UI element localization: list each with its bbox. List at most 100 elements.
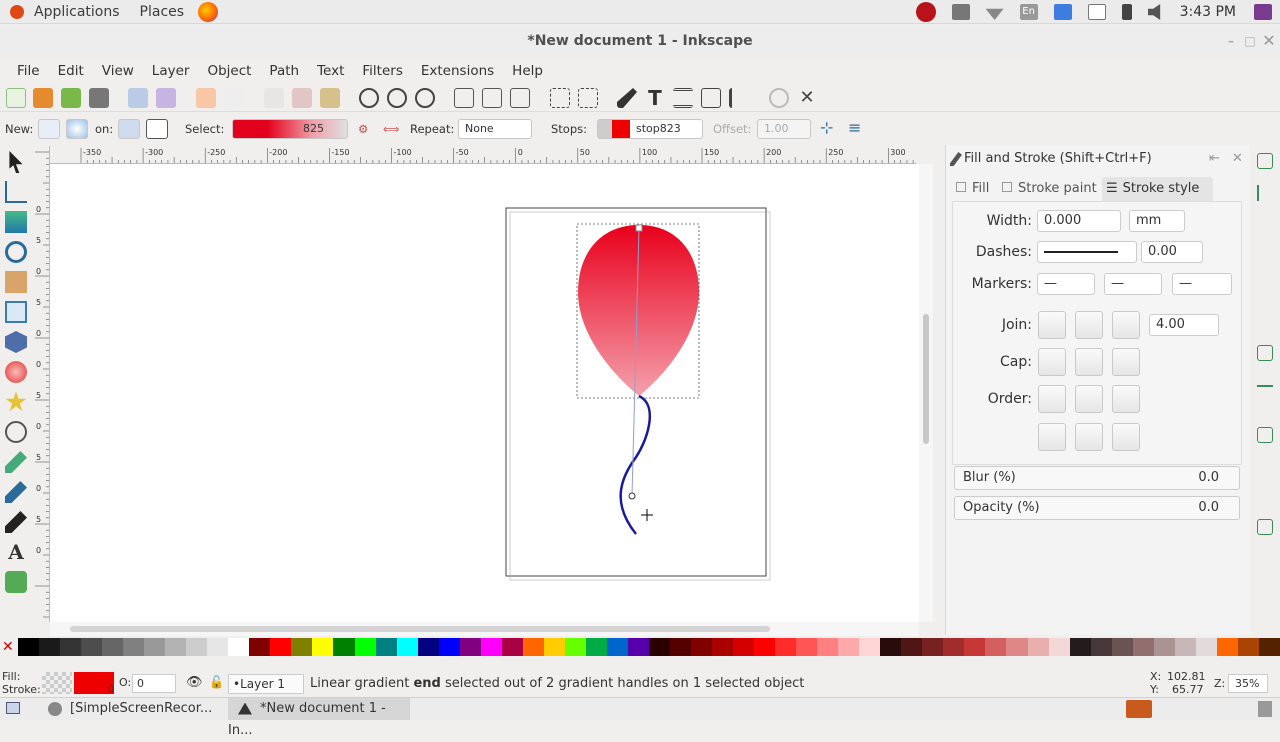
text-tool-icon[interactable]: A: [5, 541, 27, 563]
menu-layer[interactable]: Layer: [152, 63, 190, 79]
palette-swatch[interactable]: [1069, 638, 1091, 656]
firefox-icon[interactable]: [198, 1, 219, 22]
zoom-tool-icon[interactable]: [5, 241, 27, 263]
miter-limit-spinbox[interactable]: 4.00: [1149, 314, 1219, 336]
import-icon[interactable]: [128, 88, 148, 108]
palette-swatch[interactable]: [880, 638, 902, 656]
palette-swatch[interactable]: [796, 638, 818, 656]
canvas-drawing[interactable]: [50, 164, 919, 622]
snap-bbox-icon[interactable]: [1257, 185, 1273, 201]
gradient-start-handle[interactable]: [635, 224, 643, 232]
snap-smooth-icon[interactable]: [1257, 427, 1273, 443]
palette-swatch[interactable]: [144, 638, 166, 656]
duplicate-icon[interactable]: [454, 88, 474, 108]
export-icon[interactable]: [156, 88, 176, 108]
palette-swatch[interactable]: [943, 638, 965, 656]
palette-swatch[interactable]: [522, 638, 544, 656]
wifi-icon[interactable]: [985, 8, 1004, 20]
round-join-button[interactable]: [1075, 311, 1103, 339]
palette-swatch[interactable]: [375, 638, 397, 656]
align-icon[interactable]: [729, 88, 749, 108]
insert-stop-icon[interactable]: ⊹: [820, 118, 833, 137]
color-palette[interactable]: ✕: [0, 638, 1280, 656]
radial-gradient-button[interactable]: [66, 119, 88, 139]
minimize-icon[interactable]: –: [1224, 34, 1238, 48]
stops-dropdown[interactable]: stop823: [597, 119, 703, 139]
start-marker-dropdown[interactable]: —: [1037, 273, 1095, 295]
unit-dropdown[interactable]: mm: [1129, 210, 1185, 232]
palette-swatch[interactable]: [438, 638, 460, 656]
apply-to-fill-button[interactable]: [118, 119, 140, 139]
palette-swatch[interactable]: [228, 638, 250, 656]
reverse-gradient-icon[interactable]: ⟺: [383, 122, 400, 136]
clock[interactable]: 3:43 PM: [1180, 4, 1236, 20]
xml-editor-icon[interactable]: [617, 88, 637, 108]
menu-help[interactable]: Help: [512, 63, 543, 79]
palette-swatch[interactable]: [585, 638, 607, 656]
ellipse-tool-icon[interactable]: [5, 361, 27, 383]
clone-icon[interactable]: [482, 88, 502, 108]
record-indicator-icon[interactable]: [915, 2, 936, 22]
order-stroke-fill-markers-button[interactable]: [1075, 385, 1103, 413]
palette-swatch[interactable]: [1174, 638, 1196, 656]
order-markers-fill-stroke-button[interactable]: [1038, 423, 1066, 451]
measure-tool-icon[interactable]: [5, 271, 27, 293]
palette-swatch[interactable]: [270, 638, 292, 656]
menu-path[interactable]: Path: [269, 63, 299, 79]
palette-swatch[interactable]: [501, 638, 523, 656]
palette-swatch[interactable]: [207, 638, 229, 656]
palette-swatch[interactable]: [543, 638, 565, 656]
undo-icon[interactable]: [196, 88, 216, 108]
task-inkscape[interactable]: *New document 1 - In...: [228, 698, 410, 738]
palette-swatch[interactable]: [417, 638, 439, 656]
palette-swatch[interactable]: [333, 638, 355, 656]
palette-swatch[interactable]: [480, 638, 502, 656]
selector-tool-icon[interactable]: [9, 151, 23, 173]
rectangle-tool-icon[interactable]: [5, 301, 27, 323]
dialog-close-icon[interactable]: ✕: [1232, 147, 1243, 171]
dashes-dropdown[interactable]: [1037, 241, 1137, 263]
menu-extensions[interactable]: Extensions: [421, 63, 494, 79]
gradient-select-dropdown[interactable]: 825: [232, 119, 348, 139]
palette-swatch[interactable]: [838, 638, 860, 656]
palette-swatch[interactable]: [81, 638, 103, 656]
menu-text[interactable]: Text: [317, 63, 344, 79]
palette-swatch[interactable]: [712, 638, 734, 656]
palette-swatch[interactable]: [165, 638, 187, 656]
menu-view[interactable]: View: [102, 63, 134, 79]
copy-icon[interactable]: [264, 88, 284, 108]
trash-icon[interactable]: [1258, 701, 1272, 717]
end-marker-dropdown[interactable]: —: [1172, 273, 1232, 295]
cut-icon[interactable]: [292, 88, 312, 108]
new-document-icon[interactable]: [6, 88, 26, 108]
palette-swatch[interactable]: [1258, 638, 1280, 656]
palette-swatch[interactable]: [1195, 638, 1217, 656]
palette-swatch[interactable]: [817, 638, 839, 656]
dialog-iconify-icon[interactable]: ⇤: [1209, 147, 1220, 171]
paste-icon[interactable]: [320, 88, 340, 108]
power-icon[interactable]: [1254, 4, 1272, 20]
snap-page-icon[interactable]: [1257, 519, 1273, 535]
snap-nodes-icon[interactable]: [1257, 345, 1273, 361]
horizontal-scroll-thumb[interactable]: [70, 626, 770, 632]
linear-gradient-button[interactable]: [38, 119, 60, 139]
miter-join-button[interactable]: [1038, 311, 1066, 339]
pen-tool-icon[interactable]: [5, 481, 27, 503]
pencil-tool-icon[interactable]: [5, 451, 27, 473]
no-paint-swatch-icon[interactable]: ✕: [2, 638, 16, 656]
horizontal-scrollbar[interactable]: [50, 622, 919, 636]
palette-swatch[interactable]: [291, 638, 313, 656]
palette-swatch[interactable]: [775, 638, 797, 656]
palette-swatch[interactable]: [39, 638, 61, 656]
layer-lock-icon[interactable]: 🔓: [209, 675, 224, 689]
palette-swatch[interactable]: [627, 638, 649, 656]
butt-cap-button[interactable]: [1038, 348, 1066, 376]
zoom-page-icon[interactable]: [415, 88, 435, 108]
palette-swatch[interactable]: [249, 638, 271, 656]
menu-filters[interactable]: Filters: [362, 63, 402, 79]
palette-swatch[interactable]: [985, 638, 1007, 656]
offset-field[interactable]: 1.00: [757, 119, 811, 139]
menu-file[interactable]: File: [17, 63, 40, 79]
palette-swatch[interactable]: [606, 638, 628, 656]
zoom-selection-icon[interactable]: [359, 88, 379, 108]
